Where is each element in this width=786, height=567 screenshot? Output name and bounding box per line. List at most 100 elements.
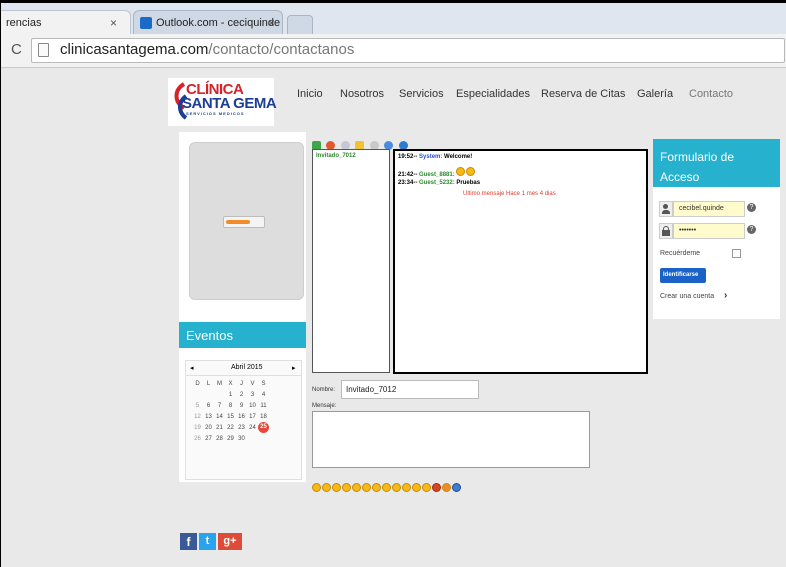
- calendar-day[interactable]: 16: [236, 411, 247, 422]
- username-input[interactable]: cecibel.quinde: [673, 201, 745, 217]
- calendar-day[interactable]: 28: [214, 433, 225, 444]
- nav-inicio[interactable]: Inicio: [297, 88, 323, 100]
- calendar-day[interactable]: 7: [214, 400, 225, 411]
- help-icon[interactable]: ?: [747, 225, 756, 234]
- url-input[interactable]: clinicasantagema.com/contacto/contactano…: [31, 38, 785, 63]
- emoji-bar: [312, 479, 462, 497]
- calendar-day[interactable]: 21: [214, 422, 225, 433]
- calendar-day[interactable]: 26: [192, 433, 203, 444]
- twitter-icon[interactable]: t: [199, 533, 216, 550]
- calendar-day[interactable]: 19: [192, 422, 203, 433]
- calendar-today[interactable]: 25: [258, 422, 269, 433]
- message-textarea[interactable]: [312, 411, 590, 468]
- tab-outlook[interactable]: Outlook.com - ceciquinde ×: [133, 10, 283, 36]
- emoji-tongue-icon[interactable]: [372, 483, 381, 492]
- password-input[interactable]: •••••••: [673, 223, 745, 239]
- new-tab-button[interactable]: [287, 15, 313, 36]
- loading-bar-fill: [226, 220, 250, 224]
- calendar-day: [192, 389, 203, 400]
- remember-label: Recuérdeme: [660, 250, 701, 257]
- emoji-angry-icon[interactable]: [422, 483, 431, 492]
- nav-contacto[interactable]: Contacto: [689, 88, 733, 100]
- nav-reserva-citas[interactable]: Reserva de Citas: [541, 88, 625, 100]
- calendar-day[interactable]: 10: [247, 400, 258, 411]
- reload-icon[interactable]: C: [11, 41, 22, 58]
- emoji-surprised-icon[interactable]: [382, 483, 391, 492]
- emoji-smile-icon[interactable]: [312, 483, 321, 492]
- user-icon: [659, 201, 673, 217]
- emoji-mad-icon[interactable]: [432, 483, 441, 492]
- calendar-day[interactable]: 23: [236, 422, 247, 433]
- facebook-icon[interactable]: f: [180, 533, 197, 550]
- calendar-day[interactable]: 4: [258, 389, 269, 400]
- calendar-weekday: L: [206, 380, 211, 387]
- help-icon[interactable]: ?: [747, 203, 756, 212]
- tab-close-icon[interactable]: ×: [268, 16, 275, 30]
- chevron-right-icon[interactable]: ›: [724, 290, 727, 301]
- emoji-kiss-icon[interactable]: [412, 483, 421, 492]
- outlook-icon: [140, 17, 152, 29]
- calendar-day[interactable]: 1: [225, 389, 236, 400]
- calendar-day[interactable]: 17: [247, 411, 258, 422]
- nav-nosotros[interactable]: Nosotros: [340, 88, 384, 100]
- calendar-day[interactable]: 11: [258, 400, 269, 411]
- calendar-day[interactable]: 18: [258, 411, 269, 422]
- nav-especialidades[interactable]: Especialidades: [456, 88, 530, 100]
- emoji-blush-icon[interactable]: [442, 483, 451, 492]
- emoji-grin-icon[interactable]: [322, 483, 331, 492]
- smiley-icon: [466, 167, 476, 176]
- chat-user[interactable]: Invitado_7012: [316, 153, 356, 159]
- page-icon: [38, 43, 49, 57]
- emoji-laugh-icon[interactable]: [342, 483, 351, 492]
- loading-bar: [223, 216, 265, 228]
- chat-message: 19:52-- System: Welcome!: [398, 154, 473, 160]
- calendar-day[interactable]: 25: [258, 422, 269, 433]
- calendar-day[interactable]: 14: [214, 411, 225, 422]
- login-button[interactable]: Identificarse: [660, 268, 706, 283]
- clinic-logo[interactable]: CLÍNICA SANTA GEMA SERVICIOS MEDICOS: [168, 78, 277, 126]
- nav-servicios[interactable]: Servicios: [399, 88, 444, 100]
- calendar-day[interactable]: 3: [247, 389, 258, 400]
- smiley-icon: [456, 167, 466, 176]
- calendar-day: [258, 433, 269, 444]
- emoji-neutral-icon[interactable]: [362, 483, 371, 492]
- calendar-day[interactable]: 27: [203, 433, 214, 444]
- calendar-weekday: V: [250, 380, 255, 387]
- chat-messages: 19:52-- System: Welcome! 21:42-- Guest_8…: [393, 149, 648, 374]
- emoji-cry-icon[interactable]: [402, 483, 411, 492]
- calendar-day[interactable]: 2: [236, 389, 247, 400]
- calendar-day[interactable]: 6: [203, 400, 214, 411]
- nav-galeria[interactable]: Galería: [637, 88, 673, 100]
- calendar-prev-icon[interactable]: ◂: [190, 364, 194, 372]
- calendar-day[interactable]: 15: [225, 411, 236, 422]
- name-input-value: Invitado_7012: [346, 385, 397, 394]
- event-calendar: ◂ Abril 2015 ▸ D L M X J V S 1 2 3 4 5 6 7 8 9 10 11 12 13 1…: [185, 360, 302, 480]
- login-panel: Formulario de Acceso cecibel.quinde ? ••…: [653, 139, 780, 319]
- tab-conferencias[interactable]: rencias ×: [1, 10, 131, 36]
- calendar-day[interactable]: 9: [236, 400, 247, 411]
- calendar-month: Abril 2015: [231, 364, 263, 371]
- calendar-day[interactable]: 12: [192, 411, 203, 422]
- calendar-day[interactable]: 22: [225, 422, 236, 433]
- calendar-day[interactable]: 29: [225, 433, 236, 444]
- calendar-day[interactable]: 13: [203, 411, 214, 422]
- calendar-day[interactable]: 20: [203, 422, 214, 433]
- media-placeholder: [189, 142, 304, 300]
- emoji-cool-icon[interactable]: [392, 483, 401, 492]
- name-input[interactable]: Invitado_7012: [341, 380, 479, 399]
- calendar-day[interactable]: 30: [236, 433, 247, 444]
- emoji-wink-icon[interactable]: [332, 483, 341, 492]
- emoji-sad-icon[interactable]: [352, 483, 361, 492]
- create-account-link[interactable]: Crear una cuenta: [660, 293, 714, 300]
- calendar-next-icon[interactable]: ▸: [292, 364, 296, 372]
- remember-checkbox[interactable]: [732, 249, 741, 258]
- calendar-day: [214, 389, 225, 400]
- emoji-help-icon[interactable]: [452, 483, 461, 492]
- calendar-day[interactable]: 5: [192, 400, 203, 411]
- calendar-day[interactable]: 8: [225, 400, 236, 411]
- calendar-day[interactable]: 24: [247, 422, 258, 433]
- tab-close-icon[interactable]: ×: [110, 16, 117, 30]
- calendar-week: 12 13 14 15 16 17 18: [192, 411, 269, 422]
- googleplus-icon[interactable]: g+: [218, 533, 242, 550]
- calendar-week: 5 6 7 8 9 10 11: [192, 400, 269, 411]
